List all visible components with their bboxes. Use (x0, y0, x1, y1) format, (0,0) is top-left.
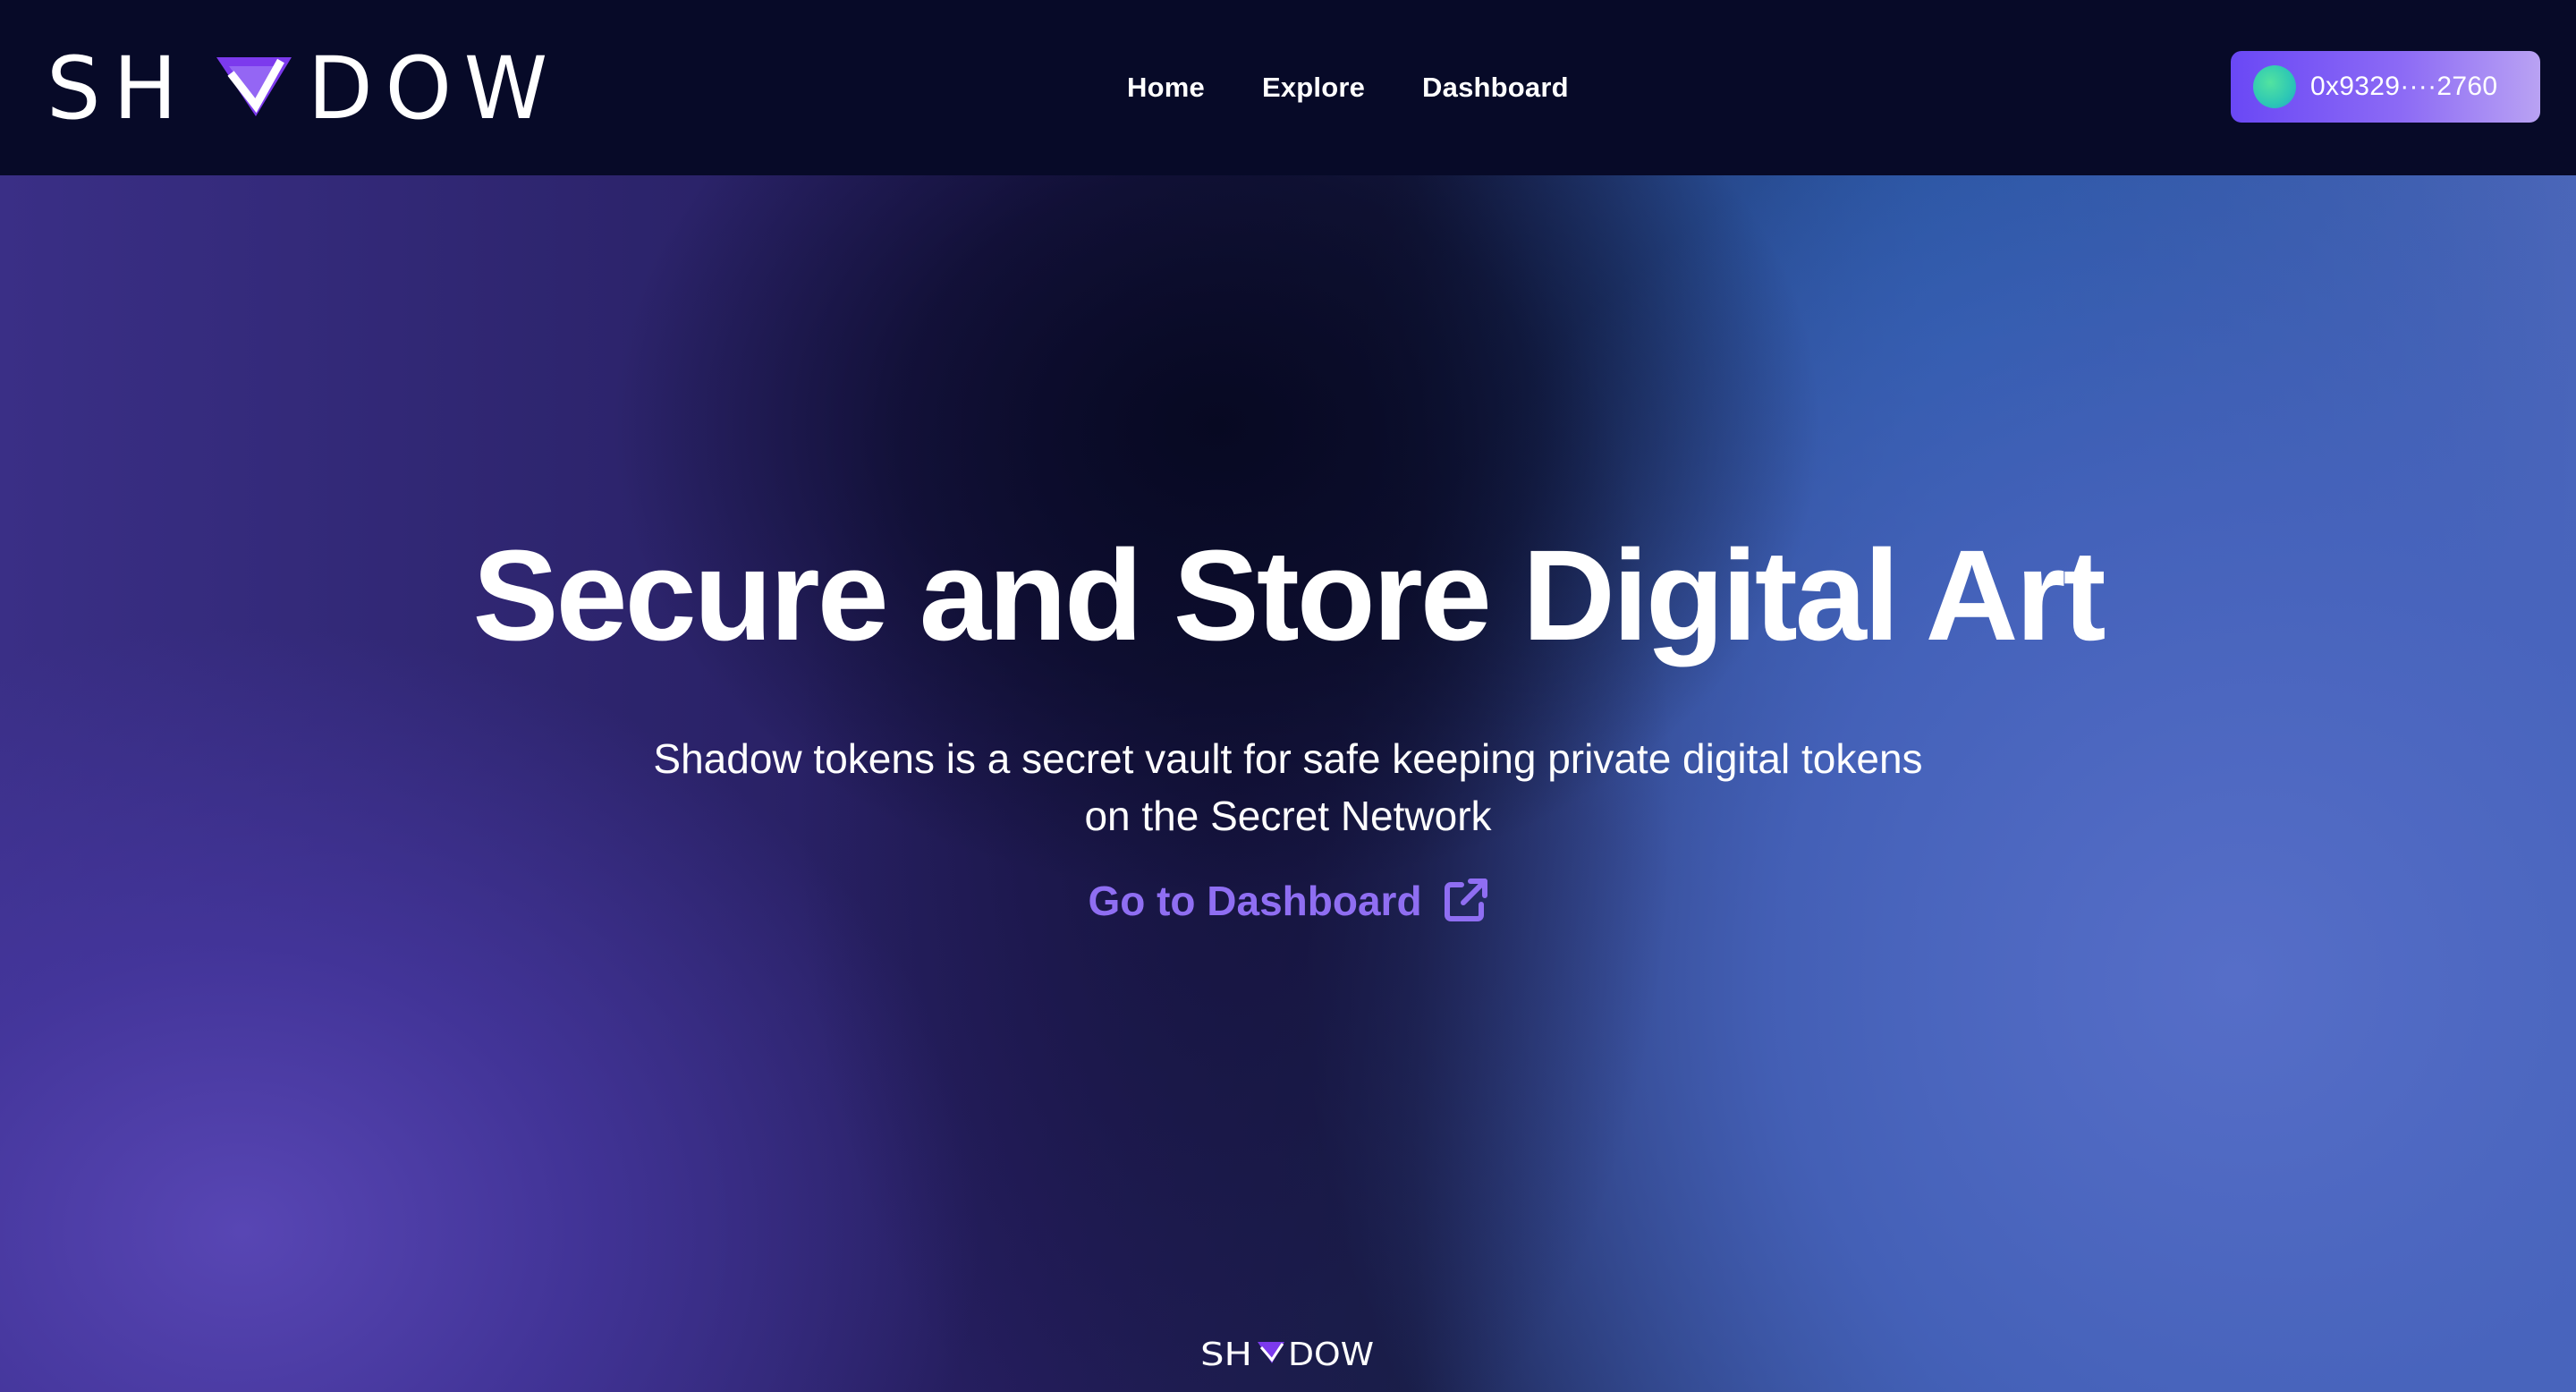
go-to-dashboard-label: Go to Dashboard (1088, 878, 1422, 924)
nav-explore-link[interactable]: Explore (1262, 72, 1365, 104)
go-to-dashboard-link[interactable]: Go to Dashboard (0, 877, 2576, 925)
hero-subtitle: Shadow tokens is a secret vault for safe… (572, 730, 2004, 845)
hero-title: Secure and Store Digital Art (472, 523, 2106, 667)
wallet-address: 0x9329····2760 (2310, 72, 2498, 101)
footer-logo: SH DOW (1200, 1337, 1376, 1373)
hero-subtitle-line-1: Shadow tokens is a secret vault for safe… (653, 735, 1923, 782)
top-navbar: SH DOW Home Explore Dashboard 0x9329····… (0, 0, 2576, 175)
external-link-icon (1444, 878, 1487, 921)
main-nav: Home Explore Dashboard (1127, 0, 1569, 175)
wallet-button[interactable]: 0x9329····2760 (2231, 51, 2540, 123)
page-root: SH DOW Home Explore Dashboard 0x9329····… (0, 0, 2576, 1392)
nav-dashboard-link[interactable]: Dashboard (1422, 72, 1569, 104)
footer-logo-text-left: SH (1200, 1340, 1252, 1367)
footer-logo-triangle-icon (1258, 1342, 1284, 1363)
logo-text-left: SH (47, 54, 190, 123)
logo-text-right: DOW (308, 54, 560, 123)
footer-logo-text-right: DOW (1288, 1340, 1374, 1367)
wallet-avatar-icon (2253, 65, 2296, 108)
hero-subtitle-line-2: on the Secret Network (1084, 793, 1492, 839)
logo-triangle-icon (216, 57, 292, 116)
nav-home-link[interactable]: Home (1127, 72, 1205, 104)
shadow-logo[interactable]: SH DOW (47, 54, 565, 123)
